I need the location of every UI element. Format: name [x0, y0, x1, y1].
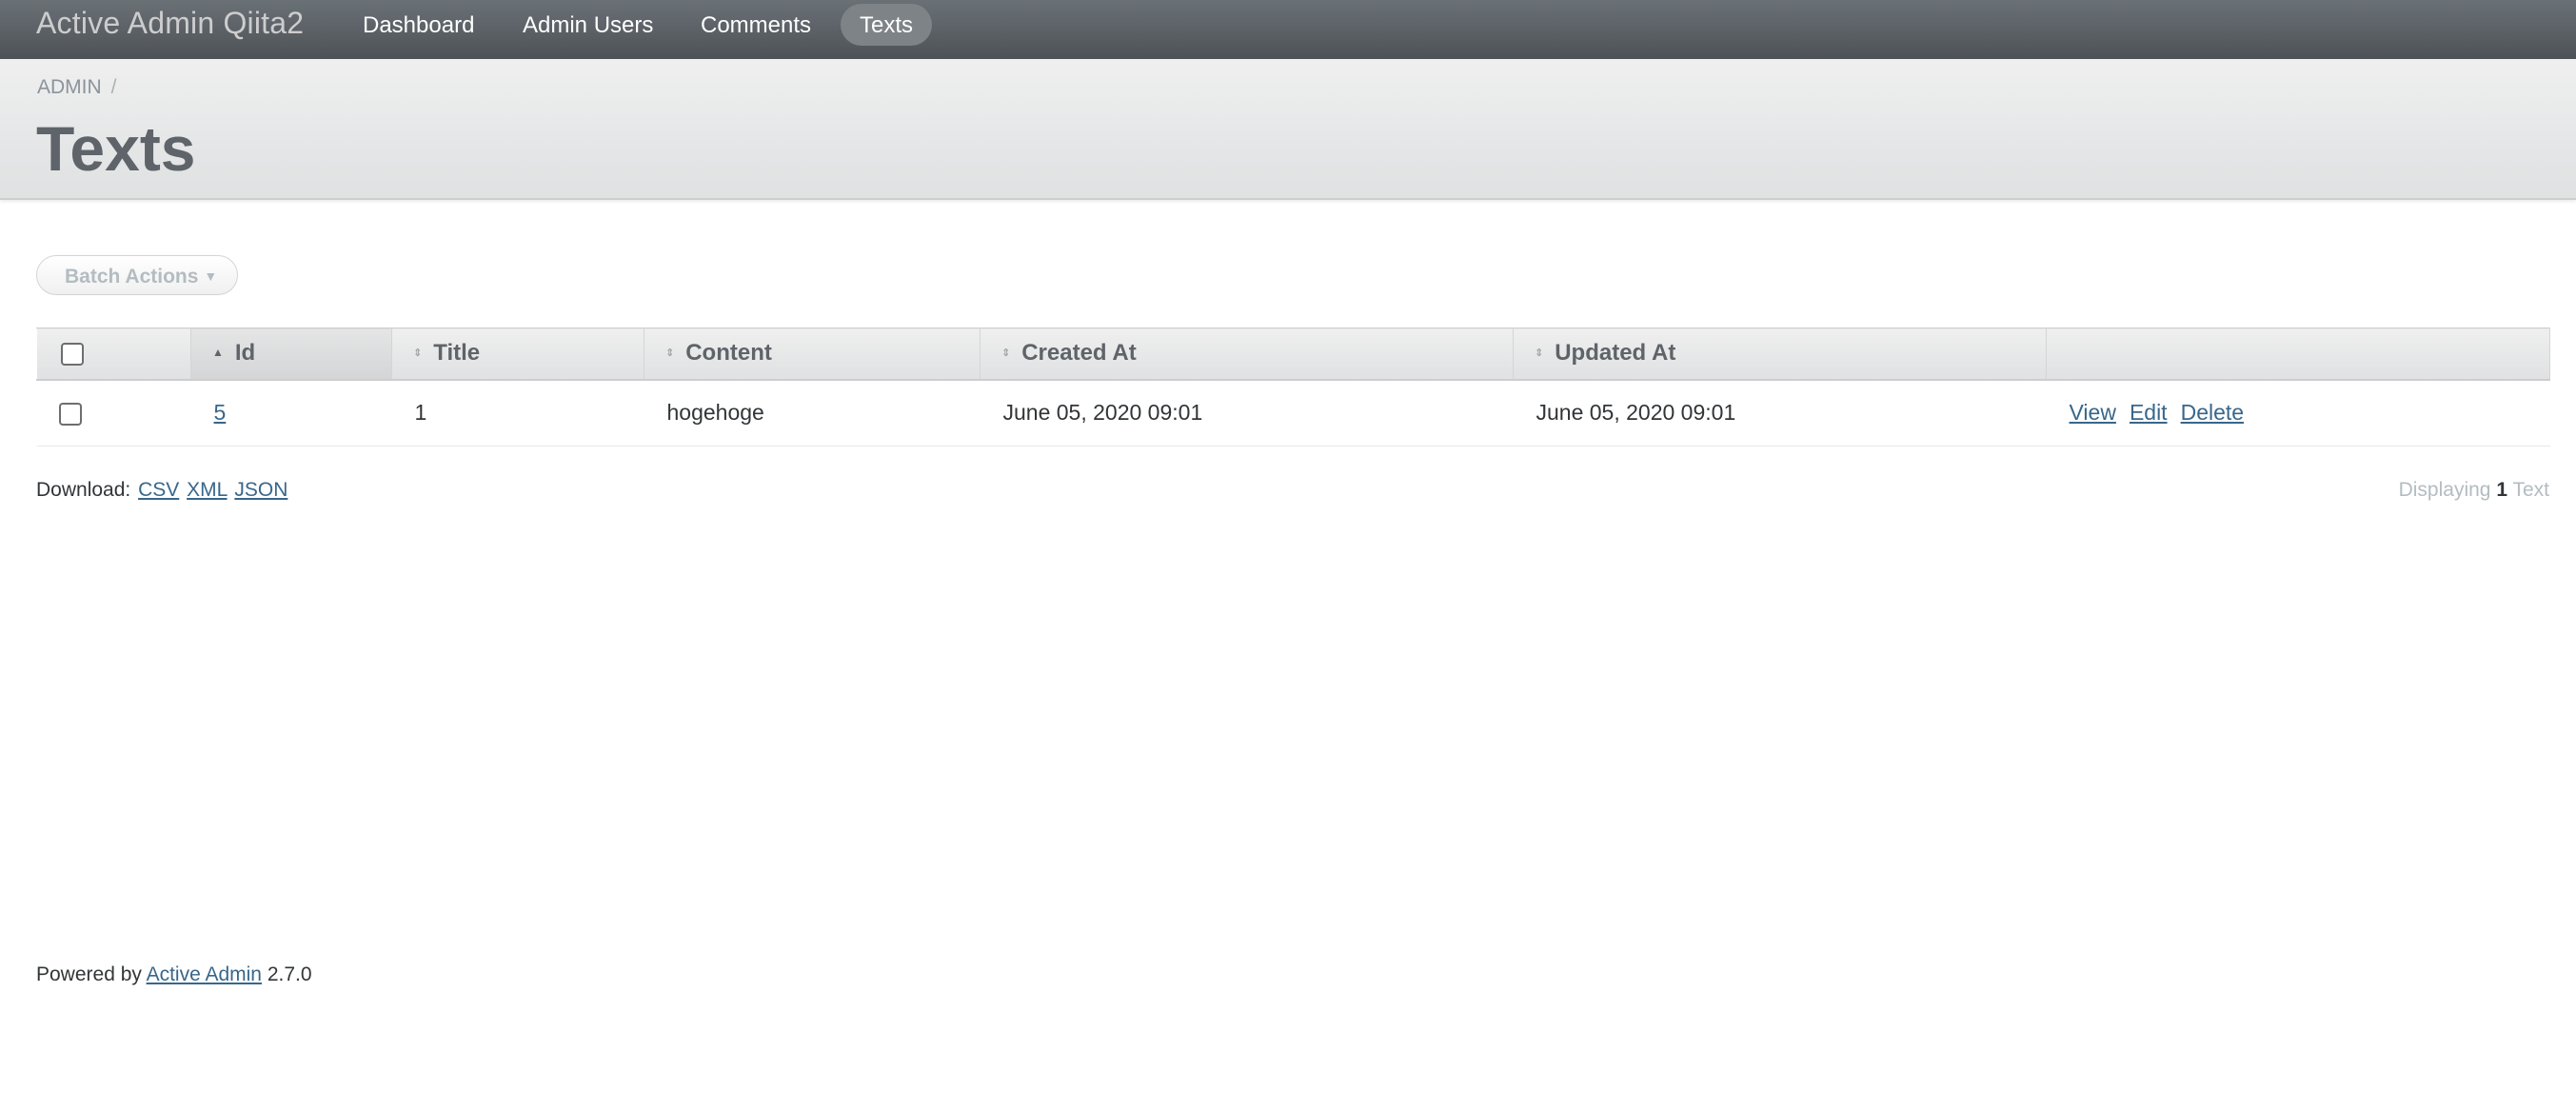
- download-csv-link[interactable]: CSV: [138, 479, 179, 501]
- select-all-checkbox[interactable]: [61, 342, 84, 366]
- column-label-content: Content: [685, 340, 772, 367]
- batch-actions-label: Batch Actions: [65, 266, 199, 288]
- footer: Powered by Active Admin 2.7.0: [36, 963, 312, 986]
- column-header-actions: [2046, 328, 2550, 381]
- download-label: Download:: [36, 479, 131, 501]
- row-checkbox[interactable]: [58, 403, 82, 427]
- sort-arrows-icon: ⇕: [413, 348, 423, 360]
- column-header-updated-at[interactable]: ⇕ Updated At: [1513, 328, 2047, 381]
- nav-admin-users[interactable]: Admin Users: [504, 4, 672, 46]
- page-title: Texts: [36, 113, 196, 184]
- row-select-cell: [36, 379, 191, 447]
- breadcrumb-admin-link[interactable]: ADMIN: [37, 76, 102, 98]
- index-table: ▲ Id ⇕ Title ⇕ Content ⇕ Created At ⇕ Updated…: [36, 328, 2550, 447]
- sort-arrows-icon: ⇕: [1001, 348, 1011, 360]
- caret-down-icon: ▼: [204, 268, 218, 284]
- nav-comments[interactable]: Comments: [682, 4, 830, 46]
- column-label-title: Title: [433, 340, 481, 367]
- pagination-info: Displaying 1 Text: [2399, 479, 2549, 502]
- header-bar: Active Admin Qiita2 Dashboard Admin User…: [0, 0, 2576, 60]
- active-admin-link[interactable]: Active Admin: [147, 963, 262, 985]
- nav-texts[interactable]: Texts: [841, 4, 933, 46]
- breadcrumb: ADMIN /: [37, 76, 117, 99]
- column-label-id: Id: [234, 340, 256, 367]
- cell-updated-at: June 05, 2020 09:01: [1513, 379, 2047, 447]
- title-bar: ADMIN / Texts: [0, 59, 2576, 200]
- delete-link[interactable]: Delete: [2181, 400, 2244, 425]
- download-json-link[interactable]: JSON: [234, 479, 287, 501]
- cell-created-at: June 05, 2020 09:01: [980, 379, 1514, 447]
- column-header-content[interactable]: ⇕ Content: [644, 328, 981, 381]
- column-label-created-at: Created At: [1021, 340, 1137, 367]
- cell-id: 5: [190, 379, 392, 447]
- pagination-prefix: Displaying: [2398, 479, 2491, 501]
- footer-prefix: Powered by: [36, 963, 142, 985]
- column-header-created-at[interactable]: ⇕ Created At: [980, 328, 1514, 381]
- site-title[interactable]: Active Admin Qiita2: [36, 6, 304, 41]
- sort-arrows-icon: ⇕: [1535, 348, 1544, 360]
- breadcrumb-separator: /: [110, 76, 117, 98]
- download-xml-link[interactable]: XML: [187, 479, 227, 501]
- column-header-title[interactable]: ⇕ Title: [391, 328, 644, 381]
- sort-arrows-icon: ⇕: [665, 348, 675, 360]
- footer-version: 2.7.0: [267, 963, 312, 985]
- id-link[interactable]: 5: [214, 400, 227, 425]
- select-all-header: [36, 328, 191, 381]
- cell-content: hogehoge: [644, 379, 981, 447]
- nav-dashboard[interactable]: Dashboard: [344, 4, 493, 46]
- column-header-id[interactable]: ▲ Id: [190, 328, 392, 381]
- download-links: Download: CSV XML JSON: [36, 479, 287, 502]
- batch-actions-button[interactable]: Batch Actions ▼: [36, 255, 238, 295]
- table-row: 5 1 hogehoge June 05, 2020 09:01 June 05…: [36, 379, 2550, 447]
- pagination-suffix: Text: [2512, 479, 2549, 501]
- cell-title: 1: [391, 379, 644, 447]
- table-header-row: ▲ Id ⇕ Title ⇕ Content ⇕ Created At ⇕ Updated…: [36, 328, 2550, 381]
- pagination-count: 1: [2496, 479, 2508, 501]
- column-label-updated-at: Updated At: [1555, 340, 1676, 367]
- view-link[interactable]: View: [2070, 400, 2116, 425]
- sort-asc-icon: ▲: [212, 346, 224, 360]
- cell-actions: View Edit Delete: [2046, 379, 2550, 447]
- edit-link[interactable]: Edit: [2130, 400, 2168, 425]
